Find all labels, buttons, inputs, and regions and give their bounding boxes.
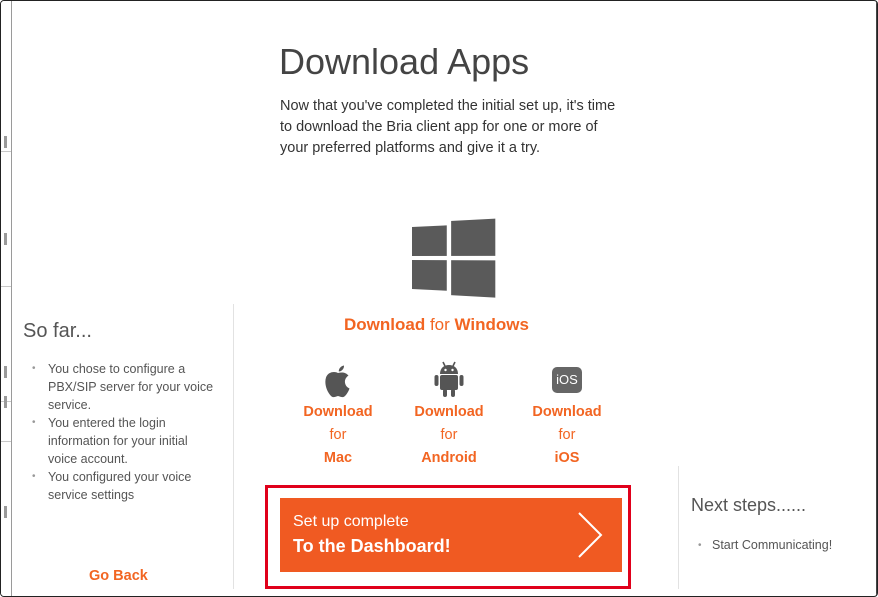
download-android-for: for <box>440 427 458 443</box>
download-mac-platform: Mac <box>323 450 353 466</box>
so-far-list: You chose to configure a PBX/SIP server … <box>25 360 215 504</box>
so-far-item: You configured your voice service settin… <box>25 468 215 504</box>
setup-dialog: Download Apps Now that you've completed … <box>0 0 878 597</box>
to-dashboard-button[interactable]: Set up complete To the Dashboard! <box>280 498 622 572</box>
go-back-link[interactable]: Go Back <box>89 568 148 584</box>
download-windows-platform: Windows <box>454 315 529 334</box>
intro-text: Now that you've completed the initial se… <box>280 98 616 156</box>
so-far-item: You chose to configure a PBX/SIP server … <box>25 360 215 414</box>
page-title: Download Apps <box>279 41 530 82</box>
column-divider-right <box>678 466 679 589</box>
download-ios-platform: iOS <box>554 450 580 466</box>
download-mac-label: Download <box>303 404 373 420</box>
download-mac-for: for <box>329 427 347 443</box>
cta-subtitle: Set up complete <box>293 513 409 530</box>
download-android-link[interactable]: Download for Android <box>409 359 489 470</box>
so-far-item: You entered the login information for yo… <box>25 414 215 468</box>
apple-icon <box>298 359 378 401</box>
modal-border <box>11 1 12 596</box>
so-far-title: So far... <box>23 320 92 342</box>
windows-logo-icon[interactable] <box>412 218 496 298</box>
background-page-edge <box>1 1 11 596</box>
download-ios-link[interactable]: iOS Download for iOS <box>527 359 607 470</box>
next-steps-list: Start Communicating! <box>691 536 861 555</box>
ios-icon-wrapper: iOS <box>527 359 607 401</box>
download-ios-for: for <box>558 427 576 443</box>
ios-icon: iOS <box>552 367 582 393</box>
download-mac-link[interactable]: Download for Mac <box>298 359 378 470</box>
cta-title: To the Dashboard! <box>293 536 451 556</box>
download-android-platform: Android <box>421 450 477 466</box>
next-steps-title: Next steps...... <box>691 495 807 515</box>
download-windows-link[interactable]: Download for Windows <box>344 315 529 335</box>
download-windows-for: for <box>429 315 450 334</box>
android-icon <box>409 359 489 401</box>
download-ios-label: Download <box>532 404 602 420</box>
chevron-right-icon <box>578 512 603 558</box>
download-android-label: Download <box>414 404 484 420</box>
download-windows-label: Download <box>344 315 426 334</box>
column-divider-left <box>233 304 234 589</box>
next-steps-item: Start Communicating! <box>691 536 861 555</box>
